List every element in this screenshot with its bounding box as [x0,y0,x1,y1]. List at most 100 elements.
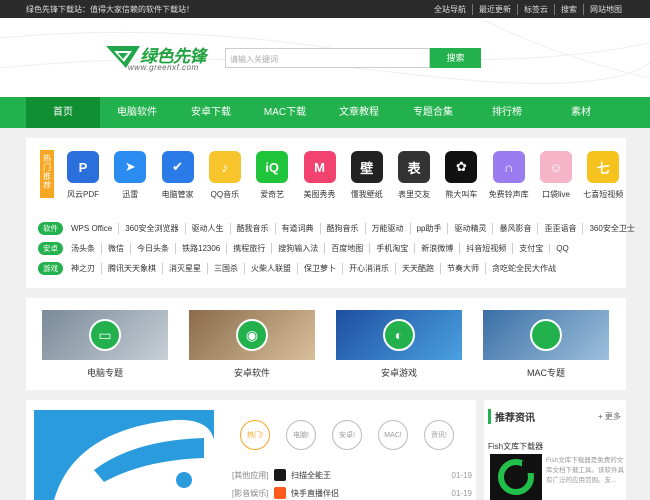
category-link[interactable]: WPS Office [71,224,118,233]
hot-app[interactable]: M 美图秀秀 [298,151,342,200]
hot-app[interactable]: 表表里交友 [392,151,436,200]
hot-app-name: 免费铃声库 [488,190,529,199]
top-link-recent[interactable]: 最近更新 [472,4,517,15]
category-link[interactable]: 开心消消乐 [342,262,395,274]
list-item-title[interactable]: 快手直播伴侣 [291,488,452,499]
category-link[interactable]: 360安全浏览器 [118,222,184,234]
topic-pc-label: 电脑专题 [86,368,123,378]
topic-android-games-label: 安卓游戏 [380,368,417,378]
category-link[interactable]: 神之刃 [71,263,101,274]
category-row-games: 游戏 神之刃 腾讯天天象棋 消灭星星 三国杀 火柴人联盟 保卫萝卜 开心消消乐 … [38,261,562,275]
nav-mac[interactable]: MAC下载 [248,97,322,128]
category-link[interactable]: 支付宝 [512,242,549,254]
hot-app-name: 熊大叫车 [445,190,478,199]
category-link[interactable]: 驱动精灵 [447,222,492,234]
category-tag: 软件 [38,221,63,235]
category-link[interactable]: 消灭星星 [162,262,207,274]
nav-ranking[interactable]: 排行榜 [470,97,544,128]
topic-android-software-image: ◉ [189,310,315,360]
topic-android-software[interactable]: ◉ 安卓软件 [189,310,315,379]
recommend-item-image[interactable] [490,454,542,500]
category-link[interactable]: 天天酷跑 [395,262,440,274]
fish-logo-icon [498,459,534,495]
category-link[interactable]: 抖音短视频 [459,242,512,254]
category-link[interactable]: 360安全卫士 [582,222,640,234]
nav-topics[interactable]: 专题合集 [396,97,470,128]
mac-bubble[interactable]: MAC! [378,420,408,450]
category-link[interactable]: 节奏大师 [440,262,485,274]
category-link[interactable]: 酷狗音乐 [319,222,365,234]
hot-app[interactable]: 七七喜短视频 [581,151,625,200]
search-button[interactable]: 搜索 [430,48,481,68]
site-logo[interactable]: 绿色先锋 www.greenxf.com [104,42,214,76]
shield-icon: ✔ [161,151,194,183]
topic-pc-image: ▭ [42,310,168,360]
category-link[interactable]: 搜狗输入法 [271,242,324,254]
category-link[interactable]: 驱动人生 [184,222,230,234]
category-link[interactable]: 歪歪语音 [537,222,582,234]
category-link[interactable]: 酷我音乐 [229,222,275,234]
video-icon: 七 [587,151,620,183]
top-link-sitemap[interactable]: 网站地图 [583,4,628,15]
nav-materials[interactable]: 素材 [544,97,618,128]
category-link[interactable]: 万能驱动 [364,222,410,234]
hot-app-name: 表里交友 [398,190,431,199]
logo-url: www.greenxf.com [128,63,199,72]
hot-app[interactable]: ☺ 口袋live [534,151,578,200]
hot-app[interactable]: ♪ QQ音乐 [203,151,247,200]
hot-app[interactable]: ✔ 电脑管家 [156,151,200,200]
nav-pc-software[interactable]: 电脑软件 [100,97,174,128]
pc-bubble[interactable]: 电脑! [286,420,316,450]
hot-app-name: 风云PDF [67,190,99,199]
hot-app[interactable]: ➤ 迅雷 [108,151,152,200]
featured-banner-image[interactable] [34,410,214,500]
list-item[interactable]: [影音娱乐] 快手直播伴侣 01-19 [232,487,472,499]
category-link[interactable]: 有道词典 [274,222,320,234]
category-link[interactable]: 汤头条 [71,243,101,254]
hot-bubble[interactable]: 热门! [240,420,270,450]
nav-android[interactable]: 安卓下载 [174,97,248,128]
category-link[interactable]: 百度地图 [324,242,369,254]
category-link[interactable]: 微信 [101,242,130,254]
category-link[interactable]: 手机淘宝 [369,242,414,254]
category-link[interactable]: 贪吃蛇全民大作战 [485,262,562,274]
topic-android-games[interactable]: ◐ 安卓游戏 [336,310,462,379]
news-bubble[interactable]: 资讯! [424,420,454,450]
top-link-search[interactable]: 搜索 [554,4,583,15]
category-link[interactable]: 火柴人联盟 [244,262,297,274]
category-link[interactable]: 新浪微博 [414,242,459,254]
category-link[interactable]: 铁路12306 [175,242,226,254]
top-link-all-nav[interactable]: 全站导航 [428,4,472,15]
search-box: 请输入关键词 搜索 [225,48,481,68]
category-link[interactable]: 腾讯天天象棋 [101,262,162,274]
category-link[interactable]: 今日头条 [130,242,175,254]
category-link[interactable]: 携程旅行 [226,242,271,254]
topic-mac[interactable]: MAC专题 [483,310,609,379]
nav-articles[interactable]: 文章教程 [322,97,396,128]
top-links: 全站导航 最近更新 标签云 搜索 网站地图 [428,4,628,15]
list-item-title[interactable]: 扫描全能王 [291,470,452,481]
hot-app[interactable]: ∩ 免费铃声库 [487,151,531,200]
category-link[interactable]: 保卫萝卜 [297,262,342,274]
hot-app[interactable]: ✿ 熊大叫车 [439,151,483,200]
category-link[interactable]: pp助手 [409,222,448,234]
hot-app[interactable]: 壁懂我壁纸 [345,151,389,200]
recommend-more-link[interactable]: + 更多 [598,411,621,422]
hot-app[interactable]: P 风云PDF [61,151,105,200]
search-input[interactable]: 请输入关键词 [225,48,430,68]
list-item-category: [影音娱乐] [232,488,269,498]
list-item[interactable]: [其他应用] 扫描全能王 01-19 [232,469,472,481]
top-link-tags[interactable]: 标签云 [517,4,554,15]
apple-icon [530,319,562,351]
hot-app-name: 爱奇艺 [260,190,285,199]
hot-app-name: 七喜短视频 [583,190,624,199]
category-link[interactable]: 三国杀 [207,262,244,274]
hot-app[interactable]: iQ 爱奇艺 [250,151,294,200]
category-link[interactable]: 暴风影音 [492,222,537,234]
nav-home[interactable]: 首页 [26,97,100,128]
hot-app-name: 迅雷 [122,190,139,199]
recommend-item-title[interactable]: Fish文库下载器 [488,441,543,452]
topic-pc[interactable]: ▭ 电脑专题 [42,310,168,379]
category-link[interactable]: QQ [549,243,574,253]
android-bubble[interactable]: 安卓! [332,420,362,450]
